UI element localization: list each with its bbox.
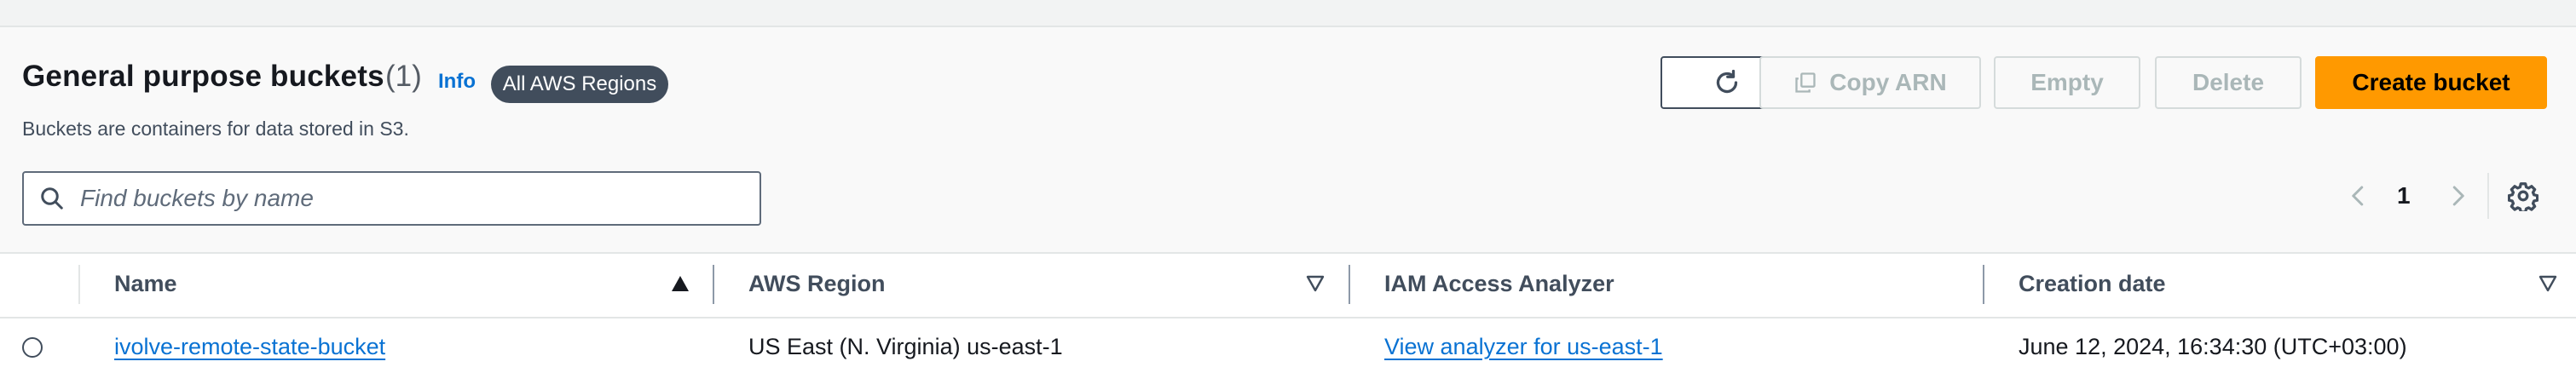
bucket-region: US East (N. Virginia) us-east-1	[748, 334, 1063, 359]
column-separator[interactable]	[713, 265, 714, 304]
table-header	[0, 252, 2576, 318]
sort-descending-icon[interactable]	[1306, 275, 1325, 292]
page-title: General purpose buckets	[22, 60, 384, 93]
row-select-radio[interactable]	[22, 337, 43, 358]
bucket-creation-date: June 12, 2024, 16:34:30 (UTC+03:00)	[2019, 334, 2407, 359]
search-input[interactable]	[78, 184, 730, 213]
pager-divider	[2487, 173, 2489, 219]
settings-gear-icon[interactable]	[2508, 181, 2538, 211]
info-link[interactable]: Info	[438, 70, 476, 94]
column-separator[interactable]	[1349, 265, 1350, 304]
chevron-right-icon[interactable]	[2445, 181, 2470, 210]
column-header-region[interactable]: AWS Region	[748, 271, 886, 297]
copy-arn-button[interactable]: Copy ARN	[1759, 56, 1981, 109]
search-icon	[41, 187, 63, 209]
page-description: Buckets are containers for data stored i…	[22, 118, 409, 140]
bucket-name-link[interactable]: ivolve-remote-state-bucket	[114, 334, 385, 360]
sort-descending-icon[interactable]	[2538, 275, 2557, 292]
refresh-icon	[1716, 69, 1738, 94]
column-header-analyzer[interactable]: IAM Access Analyzer	[1384, 271, 1614, 297]
column-separator	[78, 265, 80, 304]
column-header-name[interactable]: Name	[114, 271, 177, 297]
current-page[interactable]: 1	[2397, 182, 2411, 209]
column-separator[interactable]	[1983, 265, 1984, 304]
chevron-left-icon[interactable]	[2346, 181, 2371, 210]
delete-button[interactable]: Delete	[2155, 56, 2302, 109]
bucket-count: (1)	[385, 60, 422, 93]
search-box[interactable]	[22, 171, 761, 226]
sort-ascending-icon[interactable]	[671, 275, 690, 292]
region-badge: All AWS Regions	[491, 66, 668, 103]
empty-button[interactable]: Empty	[1994, 56, 2140, 109]
create-bucket-button[interactable]: Create bucket	[2315, 56, 2547, 109]
view-analyzer-link[interactable]: View analyzer for us-east-1	[1384, 334, 1663, 360]
copy-arn-label: Copy ARN	[1829, 69, 1947, 95]
top-bar	[0, 0, 2576, 27]
copy-icon	[1795, 72, 1816, 93]
column-header-creation-date[interactable]: Creation date	[2019, 271, 2166, 297]
